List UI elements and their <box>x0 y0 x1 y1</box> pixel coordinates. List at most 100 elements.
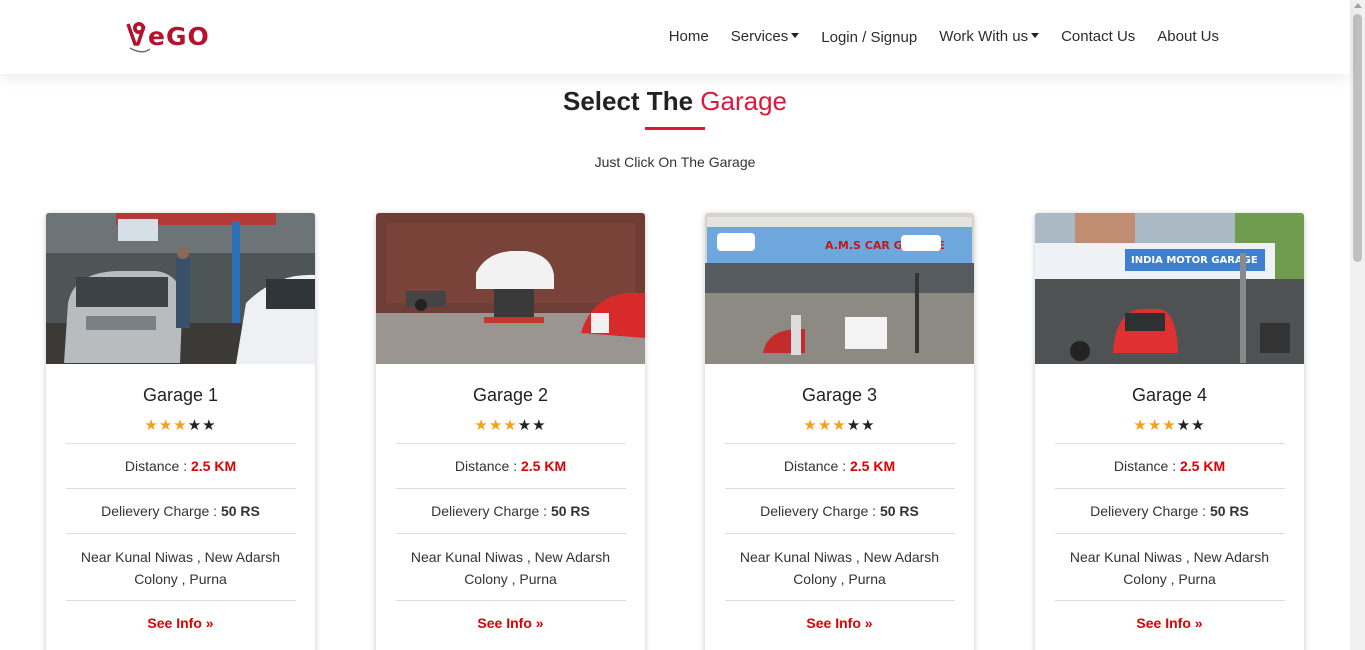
garage-address: Near Kunal Niwas , New Adarsh Colony , P… <box>1069 549 1270 587</box>
star-icon: ★ <box>187 416 203 434</box>
star-rating: ★★★★★ <box>1035 416 1304 434</box>
nav-home[interactable]: Home <box>658 27 720 46</box>
star-icon: ★ <box>488 416 504 434</box>
caret-down-icon <box>791 33 800 38</box>
star-icon: ★ <box>1176 416 1192 434</box>
star-icon: ★ <box>832 416 847 434</box>
distance-label: Distance : <box>454 458 518 474</box>
logo-text: eGO <box>148 21 210 51</box>
scroll-up-arrow-icon[interactable] <box>1354 3 1362 8</box>
title-underline <box>645 127 705 130</box>
star-icon: ★ <box>1147 416 1163 434</box>
garage-photo <box>376 213 645 364</box>
garage-photo: A.M.S CAR GARAGE <box>705 213 974 364</box>
star-icon: ★ <box>144 416 159 434</box>
caret-down-icon <box>1031 33 1040 38</box>
see-info-link[interactable]: See Info » <box>1035 615 1304 631</box>
nav-label: Contact Us <box>1061 28 1136 45</box>
delivery-charge-label: Delievery Charge : <box>101 503 218 519</box>
divider <box>724 488 955 489</box>
star-icon: ★ <box>1162 416 1177 434</box>
divider <box>1054 488 1285 489</box>
nav-contact-us[interactable]: Contact Us <box>1050 27 1146 46</box>
star-icon: ★ <box>158 416 174 434</box>
delivery-charge-row: Delievery Charge : 50 RS <box>376 503 645 520</box>
garage-card[interactable]: Garage 2 ★★★★★ Distance : 2.5 KM Delievery … <box>376 213 645 650</box>
delivery-charge-row: Delievery Charge : 50 RS <box>46 503 315 520</box>
divider <box>1054 533 1285 534</box>
see-info-label: See Info <box>147 615 202 631</box>
logo[interactable]: eGO <box>124 18 210 54</box>
garage-card[interactable]: Garage 1 ★★★★★ Distance : 2.5 KM Delievery … <box>46 213 315 650</box>
divider <box>65 600 296 601</box>
star-icon: ★ <box>861 416 876 434</box>
map-pin-logo-icon <box>126 22 150 53</box>
nav-work-with-us[interactable]: Work With us <box>928 27 1050 46</box>
star-rating: ★★★★★ <box>46 416 315 434</box>
nav-about-us[interactable]: About Us <box>1146 27 1230 46</box>
divider <box>395 600 626 601</box>
section-title-main: Select The <box>562 86 694 116</box>
distance-row: Distance : 2.5 KM <box>46 458 315 475</box>
divider <box>65 488 296 489</box>
nav-login-signup[interactable]: Login / Signup <box>810 29 928 46</box>
divider <box>65 443 296 444</box>
star-rating: ★★★★★ <box>376 416 645 434</box>
star-rating: ★★★★★ <box>705 416 974 434</box>
nav-label: Login / Signup <box>821 29 918 46</box>
distance-row: Distance : 2.5 KM <box>376 458 645 475</box>
distance-value: 2.5 KM <box>521 458 567 474</box>
double-chevron-right-icon: » <box>864 615 873 631</box>
star-icon: ★ <box>846 416 862 434</box>
section-title-accent: Garage <box>700 86 788 116</box>
see-info-label: See Info <box>806 615 861 631</box>
section-subtitle: Just Click On The Garage <box>594 154 756 170</box>
delivery-charge-label: Delievery Charge : <box>760 503 877 519</box>
navbar: eGO Home Services Login / Signup Work Wi… <box>0 0 1350 74</box>
garage-name: Garage 2 <box>472 385 549 405</box>
garage-address: Near Kunal Niwas , New Adarsh Colony , P… <box>739 549 940 587</box>
delivery-charge-row: Delievery Charge : 50 RS <box>1035 503 1304 520</box>
star-icon: ★ <box>1133 416 1148 434</box>
divider <box>65 533 296 534</box>
divider <box>395 488 626 489</box>
garage-card[interactable]: INDIA MOTOR GARAGE Garage 4 ★★★★★ Distance … <box>1035 213 1304 650</box>
nav-label: Home <box>668 28 709 45</box>
delivery-charge-row: Delievery Charge : 50 RS <box>705 503 974 520</box>
delivery-charge-value: 50 RS <box>220 503 260 519</box>
scroll-thumb[interactable] <box>1353 14 1362 262</box>
divider <box>1054 443 1285 444</box>
nav-label: Services <box>730 28 789 45</box>
see-info-link[interactable]: See Info » <box>46 615 315 631</box>
see-info-link[interactable]: See Info » <box>705 615 974 631</box>
see-info-link[interactable]: See Info » <box>376 615 645 631</box>
star-icon: ★ <box>1191 416 1206 434</box>
page-scrollbar[interactable] <box>1350 0 1365 650</box>
distance-value: 2.5 KM <box>850 458 896 474</box>
see-info-label: See Info <box>477 615 532 631</box>
star-icon: ★ <box>173 416 188 434</box>
garage-name: Garage 3 <box>801 385 878 405</box>
distance-row: Distance : 2.5 KM <box>1035 458 1304 475</box>
divider <box>724 600 955 601</box>
distance-row: Distance : 2.5 KM <box>705 458 974 475</box>
nav-services[interactable]: Services <box>720 27 811 46</box>
nav-label: Work With us <box>939 28 1029 45</box>
star-icon: ★ <box>503 416 518 434</box>
garage-name: Garage 1 <box>142 385 219 405</box>
divider <box>724 533 955 534</box>
garage-photo: INDIA MOTOR GARAGE <box>1035 213 1304 364</box>
delivery-charge-value: 50 RS <box>550 503 590 519</box>
garage-address: Near Kunal Niwas , New Adarsh Colony , P… <box>80 549 281 587</box>
divider <box>395 533 626 534</box>
distance-value: 2.5 KM <box>1180 458 1226 474</box>
star-icon: ★ <box>817 416 833 434</box>
garage-photo <box>46 213 315 364</box>
garage-card[interactable]: A.M.S CAR GARAGE Garage 3 ★★★★★ Distance : … <box>705 213 974 650</box>
section-title: Select The Garage <box>0 86 1350 117</box>
divider <box>724 443 955 444</box>
garage-address: Near Kunal Niwas , New Adarsh Colony , P… <box>410 549 611 587</box>
delivery-charge-label: Delievery Charge : <box>431 503 548 519</box>
double-chevron-right-icon: » <box>205 615 214 631</box>
delivery-charge-value: 50 RS <box>1209 503 1249 519</box>
